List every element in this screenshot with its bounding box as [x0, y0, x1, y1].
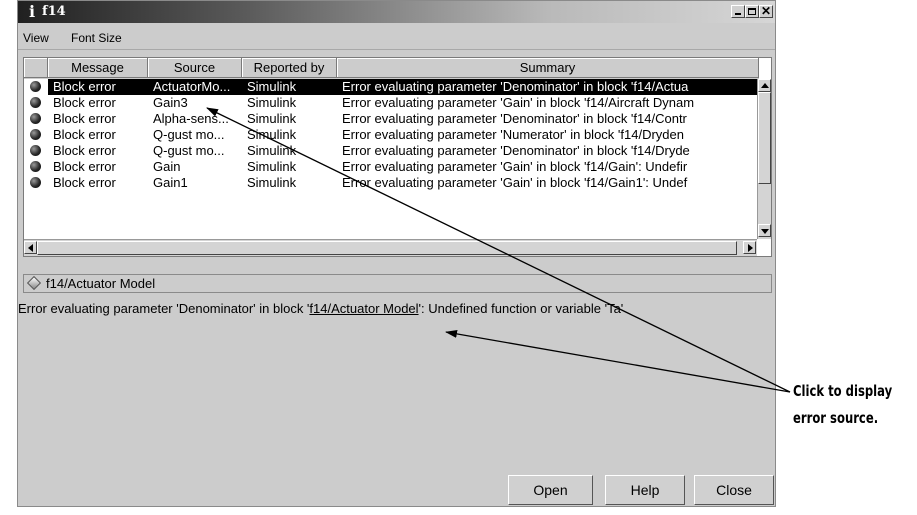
error-table: Message Source Reported by Summary Block… [23, 57, 772, 257]
status-cell [24, 79, 48, 95]
error-dialog-window: i f14 ✕ View Font Size Message Source Re… [17, 0, 776, 507]
table-row[interactable]: Block error Q-gust mo... Simulink Error eva… [24, 143, 757, 159]
error-ball-icon [30, 81, 41, 92]
message-cell: Block error [53, 159, 116, 174]
source-cell: Gain1 [153, 175, 188, 190]
menu-view[interactable]: View [23, 31, 49, 45]
status-cell [24, 111, 48, 127]
callout-text: Click to display error source. [793, 378, 892, 432]
summary-cell: Error evaluating parameter 'Gain' in blo… [342, 95, 695, 110]
column-header-message[interactable]: Message [48, 58, 148, 78]
up-arrow-icon [761, 83, 769, 88]
reported-by-cell: Simulink [242, 79, 337, 95]
error-ball-icon [30, 113, 41, 124]
column-header-source[interactable]: Source [148, 58, 242, 78]
message-cell: Block error [53, 127, 116, 142]
table-row[interactable]: Block error Alpha-sens... Simulink Error ev… [24, 111, 757, 127]
error-source-link[interactable]: f14/Actuator Model [309, 301, 418, 316]
status-cell [24, 159, 48, 175]
reported-by-cell: Simulink [247, 143, 297, 158]
menu-font-size[interactable]: Font Size [71, 31, 122, 45]
table-row[interactable]: Block error Gain3 Simulink Error evaluating… [24, 95, 757, 111]
source-cell: Alpha-sens... [153, 111, 229, 126]
status-cell [24, 95, 48, 111]
help-button[interactable]: Help [605, 475, 685, 505]
block-diamond-icon [26, 275, 42, 291]
source-cell: Gain3 [153, 95, 188, 110]
right-arrow-icon [748, 244, 753, 252]
summary-cell: Error evaluating parameter 'Denominator'… [337, 79, 757, 95]
window-title: f14 [42, 4, 66, 19]
info-icon: i [28, 2, 36, 21]
maximize-button[interactable] [745, 5, 759, 18]
close-icon: ✕ [760, 4, 772, 18]
maximize-icon [748, 8, 756, 15]
error-ball-icon [30, 145, 41, 156]
block-path: f14/Actuator Model [46, 276, 156, 291]
scroll-left-button[interactable] [24, 241, 37, 254]
message-cell: Block error [53, 143, 116, 158]
summary-cell: Error evaluating parameter 'Gain' in blo… [342, 159, 688, 174]
message-cell: Block error [53, 175, 116, 190]
source-cell: ActuatorMo... [148, 79, 242, 95]
status-cell [24, 175, 48, 191]
error-message: Error evaluating parameter 'Denominator'… [18, 301, 793, 316]
message-cell: Block error [48, 79, 148, 95]
close-button[interactable]: Close [694, 475, 774, 505]
scroll-right-button[interactable] [743, 241, 756, 254]
horizontal-scrollbar[interactable] [24, 239, 757, 256]
left-arrow-icon [28, 244, 33, 252]
open-button[interactable]: Open [508, 475, 593, 505]
block-path-bar: f14/Actuator Model [23, 274, 772, 293]
error-ball-icon [30, 129, 41, 140]
summary-cell: Error evaluating parameter 'Numerator' i… [342, 127, 684, 142]
icon-column-header[interactable] [24, 58, 48, 78]
down-arrow-icon [761, 229, 769, 234]
error-message-suffix: ': Undefined function or variable 'Ta' [418, 301, 624, 316]
title-bar[interactable]: i f14 ✕ [18, 1, 775, 23]
minimize-button[interactable] [731, 5, 745, 18]
message-cell: Block error [53, 111, 116, 126]
scroll-down-button[interactable] [758, 224, 771, 237]
reported-by-cell: Simulink [247, 111, 297, 126]
vertical-scroll-thumb[interactable] [758, 92, 771, 184]
error-ball-icon [30, 177, 41, 188]
table-header: Message Source Reported by Summary [24, 58, 759, 79]
source-cell: Gain [153, 159, 181, 174]
callout-line-2: error source. [793, 409, 879, 427]
reported-by-cell: Simulink [247, 175, 297, 190]
table-row[interactable]: Block error Gain Simulink Error evaluating … [24, 159, 757, 175]
status-cell [24, 143, 48, 159]
table-row[interactable]: Block error ActuatorMo... Simulink Error ev… [24, 79, 757, 95]
table-row[interactable]: Block error Gain1 Simulink Error evaluating… [24, 175, 757, 191]
source-cell: Q-gust mo... [153, 127, 225, 142]
summary-cell: Error evaluating parameter 'Gain' in blo… [342, 175, 688, 190]
scroll-up-button[interactable] [758, 79, 771, 92]
summary-cell: Error evaluating parameter 'Denominator'… [342, 143, 690, 158]
reported-by-cell: Simulink [247, 159, 297, 174]
reported-by-cell: Simulink [247, 95, 297, 110]
callout-line-1: Click to display [793, 382, 893, 400]
error-message-prefix: Error evaluating parameter 'Denominator'… [18, 301, 310, 316]
close-window-button[interactable]: ✕ [759, 4, 773, 18]
minimize-icon [735, 13, 741, 15]
column-header-summary[interactable]: Summary [337, 58, 759, 78]
status-cell [24, 127, 48, 143]
reported-by-cell: Simulink [247, 127, 297, 142]
error-ball-icon [30, 161, 41, 172]
source-cell: Q-gust mo... [153, 143, 225, 158]
menu-bar: View Font Size [18, 25, 775, 50]
column-header-reported-by[interactable]: Reported by [242, 58, 337, 78]
summary-cell: Error evaluating parameter 'Denominator'… [342, 111, 687, 126]
message-cell: Block error [53, 95, 116, 110]
vertical-scrollbar[interactable] [757, 79, 771, 239]
error-ball-icon [30, 97, 41, 108]
horizontal-scroll-thumb[interactable] [37, 241, 737, 255]
table-row[interactable]: Block error Q-gust mo... Simulink Error eva… [24, 127, 757, 143]
